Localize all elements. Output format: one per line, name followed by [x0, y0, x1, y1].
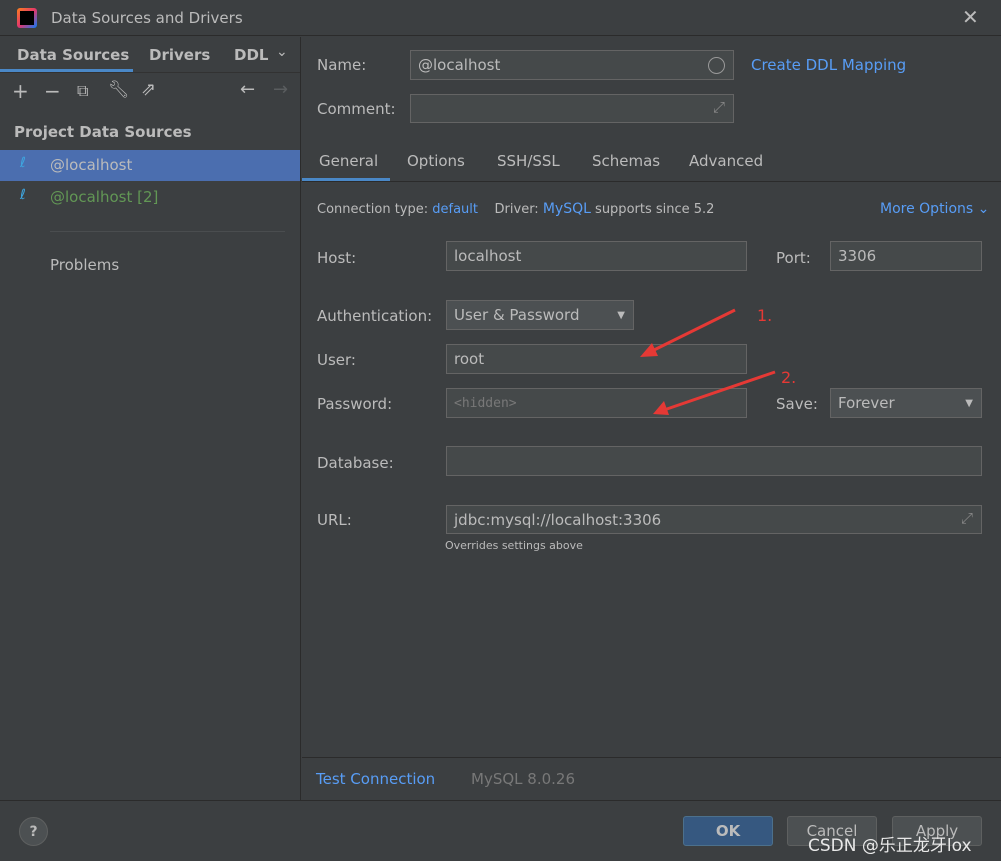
driver-version: MySQL 8.0.26 — [471, 770, 575, 788]
arrow-1 — [649, 308, 736, 354]
annotation-2: 2. — [781, 368, 797, 387]
help-button[interactable]: ? — [19, 817, 48, 846]
ok-button[interactable]: OK — [683, 816, 773, 846]
watermark: CSDN @乐正龙牙lox — [808, 836, 972, 856]
annotation-1: 1. — [757, 306, 773, 325]
arrow-2 — [663, 370, 776, 412]
annotation-arrows — [640, 308, 776, 415]
test-connection-link[interactable]: Test Connection — [316, 770, 435, 788]
